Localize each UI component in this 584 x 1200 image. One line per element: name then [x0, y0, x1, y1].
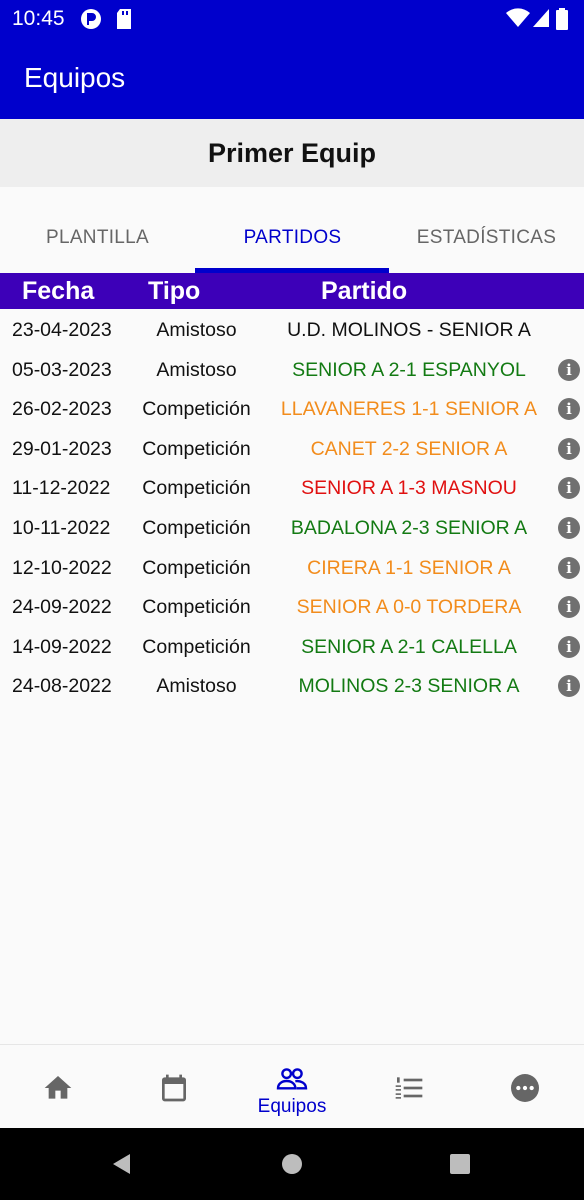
match-row[interactable]: 24-09-2022 Competición SENIOR A 0-0 TORD…: [0, 586, 584, 626]
match-result: CANET 2-2 SENIOR A: [310, 437, 508, 460]
more-icon: [511, 1074, 539, 1102]
match-row[interactable]: 24-08-2022 Amistoso MOLINOS 2-3 SENIOR A…: [0, 665, 584, 705]
match-result: U.D. MOLINOS - SENIOR A: [287, 319, 531, 341]
match-type: Competición: [142, 556, 251, 579]
status-bar: 10:45: [0, 0, 584, 38]
ranking-list-icon: [395, 1077, 423, 1099]
match-date: 24-08-2022: [12, 675, 112, 698]
match-row[interactable]: 11-12-2022 Competición SENIOR A 1-3 MASN…: [0, 467, 584, 507]
info-icon[interactable]: i: [558, 675, 580, 698]
header-match: Partido: [321, 277, 408, 305]
nav-calendar[interactable]: [116, 1045, 232, 1129]
team-name: Primer Equip: [0, 119, 584, 187]
battery-icon: [556, 8, 568, 35]
info-icon[interactable]: i: [558, 358, 580, 381]
match-row[interactable]: 14-09-2022 Competición SENIOR A 2-1 CALE…: [0, 626, 584, 666]
match-result: SENIOR A 2-1 ESPANYOL: [292, 358, 526, 381]
info-icon[interactable]: i: [558, 596, 580, 619]
match-date: 14-09-2022: [12, 635, 112, 658]
match-row[interactable]: 26-02-2023 Competición LLAVANERES 1-1 SE…: [0, 388, 584, 428]
sync-icon: [80, 8, 102, 35]
match-type: Competición: [142, 635, 251, 658]
match-row[interactable]: 12-10-2022 Competición CIRERA 1-1 SENIOR…: [0, 547, 584, 587]
match-type: Competición: [142, 477, 251, 500]
match-result: SENIOR A 2-1 CALELLA: [301, 635, 517, 658]
calendar-icon: [162, 1074, 186, 1102]
people-icon: [276, 1068, 308, 1090]
match-row[interactable]: 29-01-2023 Competición CANET 2-2 SENIOR …: [0, 428, 584, 468]
status-time: 10:45: [12, 7, 65, 30]
tab-bar: PLANTILLA PARTIDOS ESTADÍSTICAS: [0, 187, 584, 273]
nav-more[interactable]: [467, 1045, 583, 1129]
match-date: 23-04-2023: [12, 319, 112, 341]
match-row[interactable]: 10-11-2022 Competición BADALONA 2-3 SENI…: [0, 507, 584, 547]
match-date: 26-02-2023: [12, 398, 112, 421]
bottom-navigation: Equipos: [0, 1044, 584, 1129]
match-result: LLAVANERES 1-1 SENIOR A: [280, 398, 538, 421]
match-date: 29-01-2023: [12, 437, 112, 460]
match-type: Competición: [142, 516, 251, 539]
match-date: 05-03-2023: [12, 358, 112, 381]
match-row[interactable]: 23-04-2023 Amistoso U.D. MOLINOS - SENIO…: [0, 309, 584, 349]
app-bar: Equipos: [0, 38, 584, 119]
match-result: BADALONA 2-3 SENIOR A: [290, 516, 528, 539]
back-icon[interactable]: [110, 1152, 134, 1176]
nav-ranking[interactable]: [351, 1045, 467, 1129]
match-result: MOLINOS 2-3 SENIOR A: [298, 675, 520, 698]
header-date: Fecha: [22, 277, 95, 305]
info-icon[interactable]: i: [558, 437, 580, 460]
signal-icon: [532, 8, 550, 33]
match-date: 11-12-2022: [12, 477, 111, 500]
tab-estadisticas[interactable]: ESTADÍSTICAS: [389, 187, 584, 273]
match-date: 12-10-2022: [12, 556, 112, 579]
info-icon[interactable]: i: [558, 635, 580, 658]
match-result: SENIOR A 0-0 TORDERA: [296, 596, 522, 619]
home-button-icon[interactable]: [281, 1153, 303, 1175]
recents-icon[interactable]: [449, 1153, 471, 1175]
matches-list: 23-04-2023 Amistoso U.D. MOLINOS - SENIO…: [0, 309, 584, 705]
tab-partidos[interactable]: PARTIDOS: [195, 187, 390, 273]
match-type: Competición: [142, 437, 251, 460]
table-header: Fecha Tipo Partido: [0, 273, 584, 309]
match-result: SENIOR A 1-3 MASNOU: [301, 477, 517, 500]
match-type: Amistoso: [156, 319, 237, 341]
tab-plantilla[interactable]: PLANTILLA: [0, 187, 195, 273]
nav-equipos-label: Equipos: [257, 1096, 327, 1117]
match-type: Amistoso: [156, 358, 237, 381]
app-title: Equipos: [24, 62, 126, 93]
match-row[interactable]: 05-03-2023 Amistoso SENIOR A 2-1 ESPANYO…: [0, 349, 584, 389]
match-date: 10-11-2022: [12, 516, 111, 539]
system-navigation-bar: [0, 1128, 584, 1200]
nav-home[interactable]: [0, 1045, 116, 1129]
info-icon[interactable]: i: [558, 477, 580, 500]
header-type: Tipo: [148, 277, 201, 305]
info-icon[interactable]: i: [558, 556, 580, 579]
wifi-icon: [506, 8, 530, 33]
nav-equipos[interactable]: Equipos: [234, 1045, 350, 1129]
sd-card-icon: [116, 8, 132, 35]
match-result: CIRERA 1-1 SENIOR A: [307, 556, 511, 579]
match-type: Amistoso: [156, 675, 237, 698]
info-icon[interactable]: i: [558, 516, 580, 539]
match-type: Competición: [142, 596, 251, 619]
home-icon: [44, 1076, 72, 1099]
match-type: Competición: [142, 398, 251, 421]
match-date: 24-09-2022: [12, 596, 112, 619]
info-icon[interactable]: i: [558, 398, 580, 421]
